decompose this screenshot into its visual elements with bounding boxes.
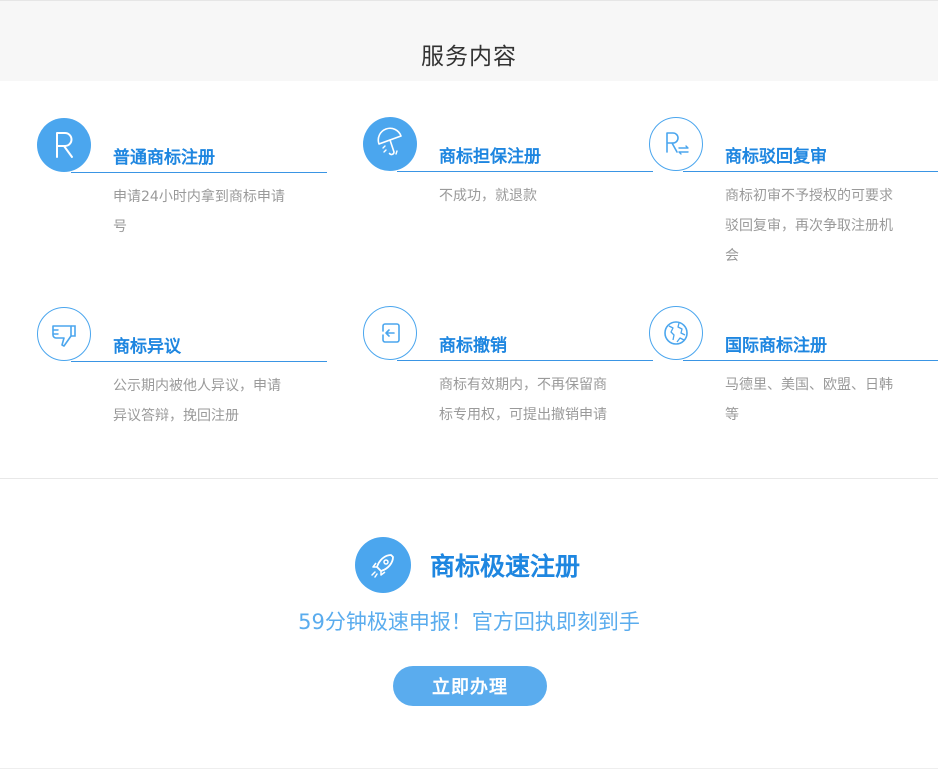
service-desc: 不成功，就退款 (439, 188, 537, 204)
service-underline (71, 361, 327, 362)
service-underline (397, 171, 653, 172)
rocket-icon (355, 537, 411, 593)
thumbs-down-icon (37, 307, 91, 361)
service-desc: 商标初审不予授权的可要求驳回复审，再次争取注册机会 (725, 188, 893, 264)
service-desc: 申请24小时内拿到商标申请号 (113, 189, 285, 235)
globe-icon (649, 306, 703, 360)
service-title: 商标异议 (113, 337, 181, 357)
service-card-opposition[interactable]: 商标异议 公示期内被他人异议，申请异议答辩，挽回注册 (37, 307, 327, 457)
section-divider (0, 478, 938, 479)
section-title: 服务内容 (421, 44, 517, 70)
service-card-rejection-review[interactable]: 商标驳回复审 商标初审不予授权的可要求驳回复审，再次争取注册机会 (649, 117, 938, 267)
bottom-divider (0, 768, 938, 769)
service-underline (683, 171, 938, 172)
review-r-icon (649, 117, 703, 171)
service-title: 国际商标注册 (725, 336, 827, 356)
promo-title: 商标极速注册 (430, 552, 581, 581)
service-title: 普通商标注册 (113, 148, 215, 168)
service-desc: 公示期内被他人异议，申请异议答辩，挽回注册 (113, 378, 281, 424)
promo-subtitle: 59分钟极速申报！官方回执即刻到手 (298, 610, 640, 634)
exit-icon (363, 306, 417, 360)
section-header: 服务内容 (0, 0, 938, 81)
service-underline (683, 360, 938, 361)
service-desc: 马德里、美国、欧盟、日韩等 (725, 377, 893, 423)
service-card-cancellation[interactable]: 商标撤销 商标有效期内，不再保留商标专用权，可提出撤销申请 (363, 306, 653, 456)
apply-now-button[interactable]: 立即办理 (393, 666, 547, 706)
service-title: 商标撤销 (439, 336, 507, 356)
service-card-international-registration[interactable]: 国际商标注册 马德里、美国、欧盟、日韩等 (649, 306, 938, 456)
service-title: 商标担保注册 (439, 147, 541, 167)
umbrella-icon (363, 117, 417, 171)
service-title: 商标驳回复审 (725, 147, 827, 167)
service-underline (397, 360, 653, 361)
service-card-normal-registration[interactable]: 普通商标注册 申请24小时内拿到商标申请号 (37, 118, 327, 268)
service-card-guaranteed-registration[interactable]: 商标担保注册 不成功，就退款 (363, 117, 653, 267)
service-desc: 商标有效期内，不再保留商标专用权，可提出撤销申请 (439, 377, 607, 423)
registered-r-icon (37, 118, 91, 172)
service-underline (71, 172, 327, 173)
